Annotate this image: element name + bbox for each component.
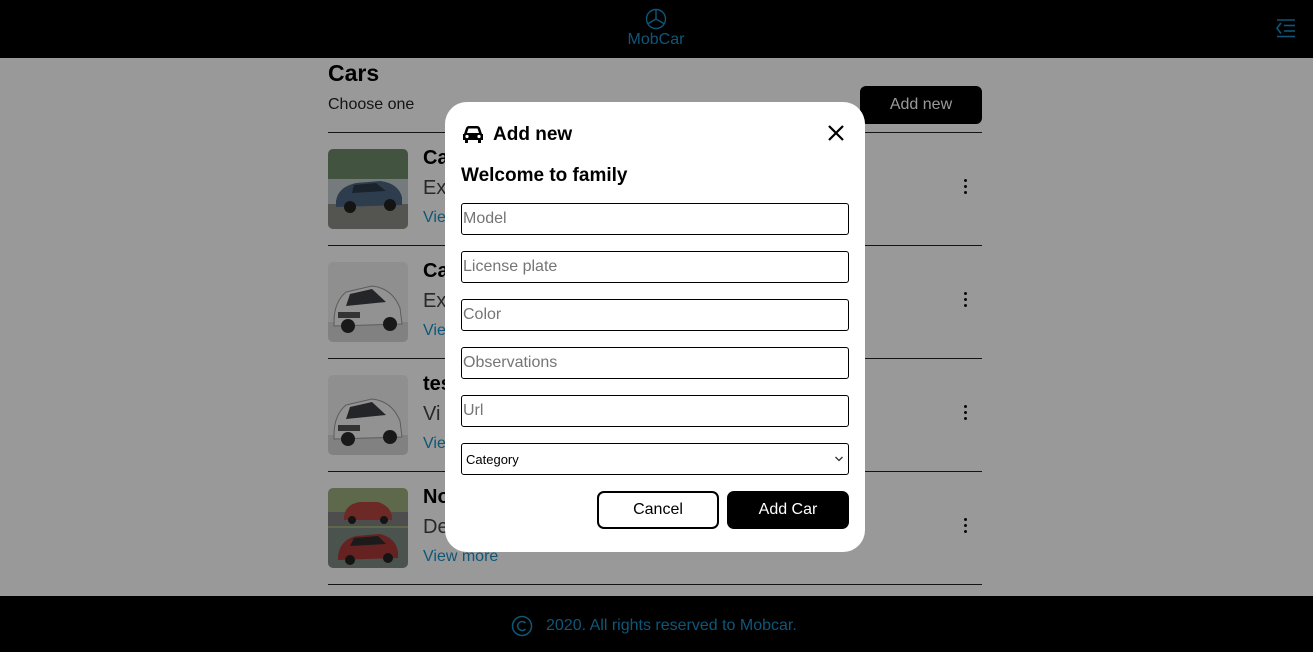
add-car-modal: Add new Welcome to family Category Cance…: [445, 102, 865, 552]
license-plate-field[interactable]: [461, 251, 849, 283]
car-icon: [463, 126, 483, 143]
add-car-button[interactable]: Add Car: [727, 491, 849, 529]
category-select[interactable]: Category: [461, 443, 849, 475]
cancel-button[interactable]: Cancel: [597, 491, 719, 529]
observations-field[interactable]: [461, 347, 849, 379]
close-icon[interactable]: [825, 122, 847, 144]
color-field[interactable]: [461, 299, 849, 331]
modal-title: Add new: [493, 124, 573, 145]
category-select-value: Category: [466, 452, 519, 467]
model-field[interactable]: [461, 203, 849, 235]
modal-subtitle: Welcome to family: [461, 165, 628, 186]
chevron-down-icon: [835, 456, 843, 462]
url-field[interactable]: [461, 395, 849, 427]
